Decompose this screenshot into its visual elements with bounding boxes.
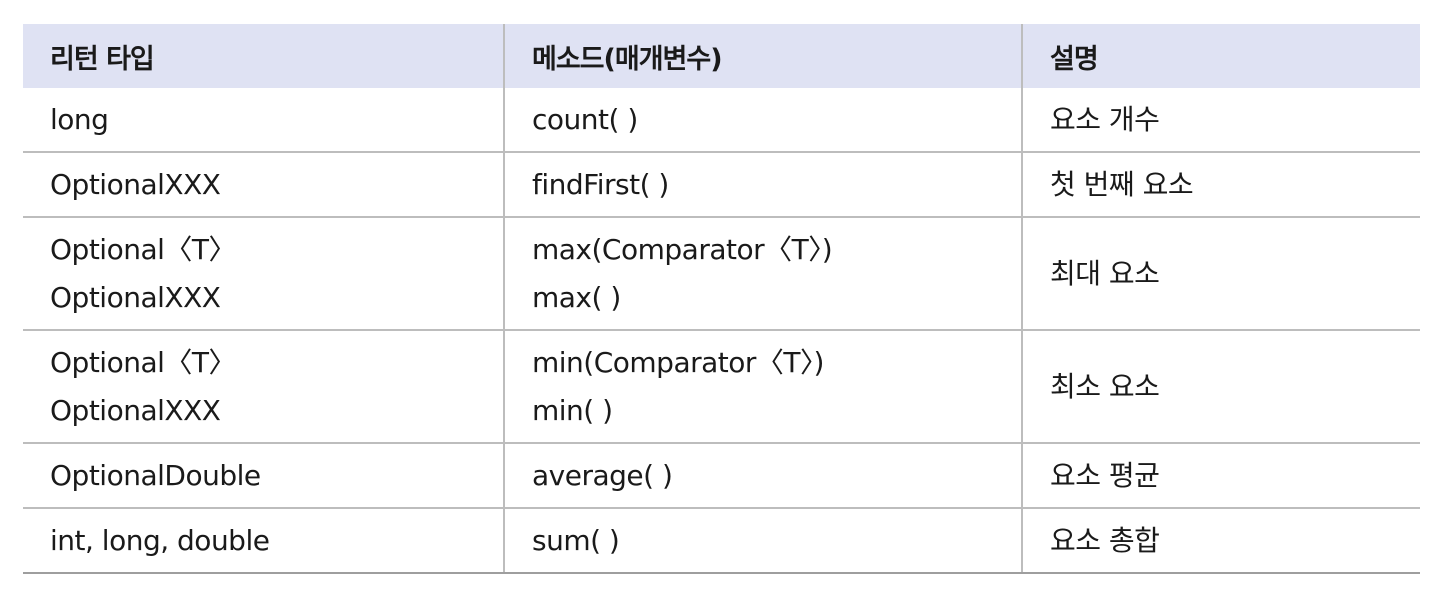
return-type-text: OptionalXXX — [50, 280, 221, 314]
cell-description: 첫 번째 요소 — [1021, 152, 1420, 218]
table-row: Optional〈T〉 OptionalXXX min(Comparator〈T… — [23, 330, 1420, 444]
return-type-text: OptionalXXX — [50, 393, 221, 427]
header-return-type: 리턴 타입 — [23, 24, 504, 88]
return-type-text: Optional〈T〉 — [50, 232, 237, 266]
cell-return-type: Optional〈T〉 OptionalXXX — [23, 330, 504, 444]
return-type-text: OptionalXXX — [50, 167, 221, 201]
header-method: 메소드(매개변수) — [503, 24, 1022, 88]
cell-description: 최대 요소 — [1021, 217, 1420, 331]
method-text: count( ) — [532, 102, 638, 136]
return-type-text: OptionalDouble — [50, 458, 261, 492]
table-row: Optional〈T〉 OptionalXXX max(Comparator〈T… — [23, 217, 1420, 331]
cell-method: min(Comparator〈T〉) min( ) — [503, 330, 1022, 444]
cell-description: 최소 요소 — [1021, 330, 1420, 444]
cell-return-type: OptionalXXX — [23, 152, 504, 218]
cell-description: 요소 평균 — [1021, 443, 1420, 509]
method-text: sum( ) — [532, 523, 620, 557]
return-type-text: int, long, double — [50, 523, 270, 557]
cell-method: count( ) — [503, 88, 1022, 153]
table-header-row: 리턴 타입 메소드(매개변수) 설명 — [23, 24, 1420, 88]
cell-method: findFirst( ) — [503, 152, 1022, 218]
method-text: findFirst( ) — [532, 167, 669, 201]
cell-description: 요소 총합 — [1021, 508, 1420, 574]
method-text: min(Comparator〈T〉) — [532, 345, 824, 379]
stream-aggregate-methods-table-container: 리턴 타입 메소드(매개변수) 설명 long count( ) 요소 개수 O… — [23, 24, 1420, 574]
cell-description: 요소 개수 — [1021, 88, 1420, 153]
table-row: OptionalXXX findFirst( ) 첫 번째 요소 — [23, 152, 1420, 218]
cell-method: average( ) — [503, 443, 1022, 509]
cell-return-type: Optional〈T〉 OptionalXXX — [23, 217, 504, 331]
cell-return-type: long — [23, 88, 504, 153]
method-text: average( ) — [532, 458, 673, 492]
header-description: 설명 — [1021, 24, 1420, 88]
cell-return-type: OptionalDouble — [23, 443, 504, 509]
cell-return-type: int, long, double — [23, 508, 504, 574]
stream-aggregate-methods-table: 리턴 타입 메소드(매개변수) 설명 long count( ) 요소 개수 O… — [23, 24, 1420, 574]
method-text: max(Comparator〈T〉) — [532, 232, 833, 266]
table-row: long count( ) 요소 개수 — [23, 88, 1420, 153]
table-row: int, long, double sum( ) 요소 총합 — [23, 508, 1420, 574]
return-type-text: Optional〈T〉 — [50, 345, 237, 379]
method-text: max( ) — [532, 280, 621, 314]
cell-method: sum( ) — [503, 508, 1022, 574]
return-type-text: long — [50, 102, 109, 136]
table-row: OptionalDouble average( ) 요소 평균 — [23, 443, 1420, 509]
cell-method: max(Comparator〈T〉) max( ) — [503, 217, 1022, 331]
method-text: min( ) — [532, 393, 613, 427]
